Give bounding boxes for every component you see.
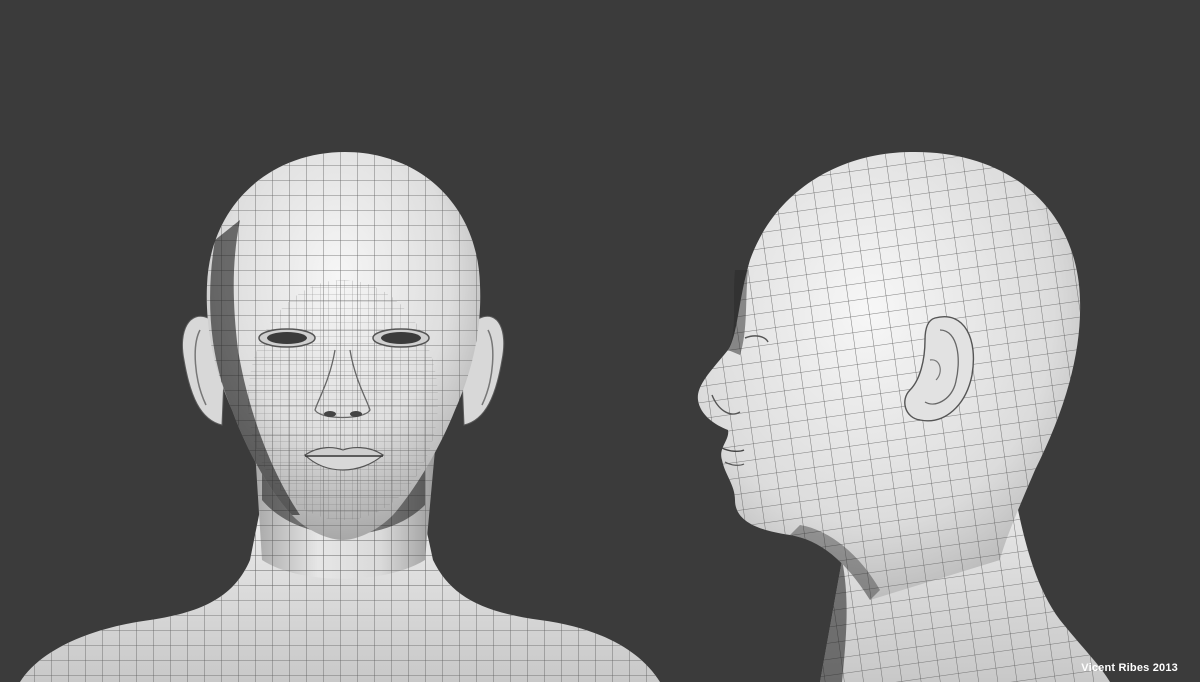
head-mesh-render xyxy=(20,151,1110,682)
front-view-model xyxy=(20,152,660,682)
author-watermark: Vicent Ribes 2013 xyxy=(1081,662,1178,674)
render-viewport: Vicent Ribes 2013 xyxy=(0,0,1200,682)
side-profile-model xyxy=(697,151,1110,682)
